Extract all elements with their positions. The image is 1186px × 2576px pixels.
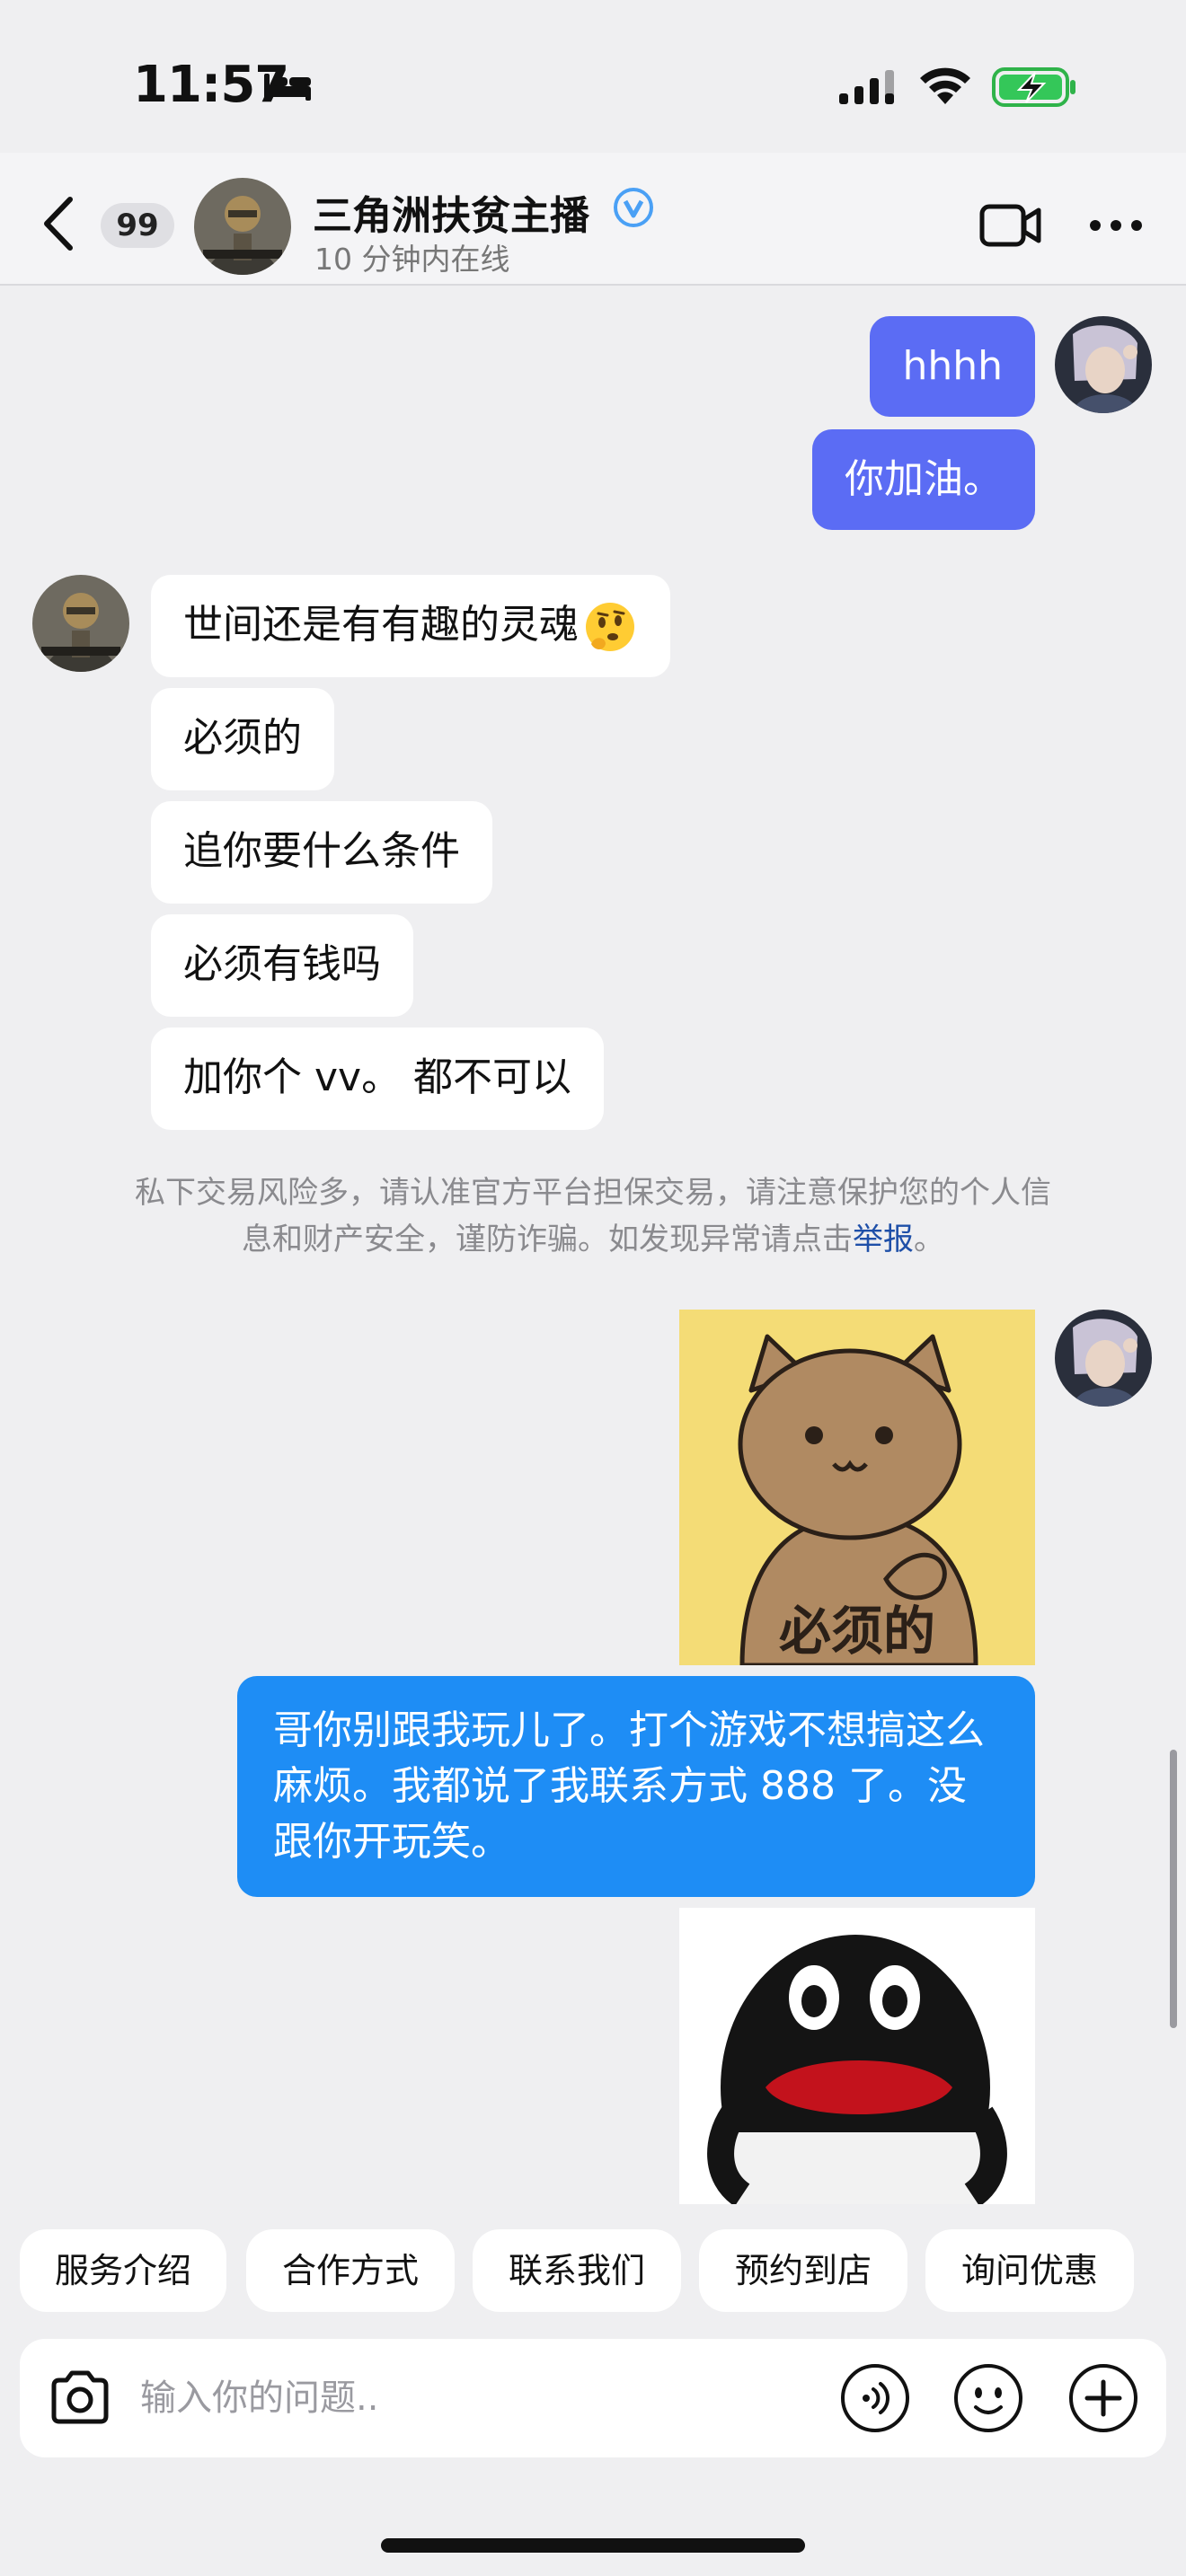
emoji-icon[interactable] [952,2362,1024,2434]
message-bubble-outgoing[interactable]: hhhh [870,316,1035,417]
penguin-sticker-image[interactable] [679,1908,1035,2204]
my-avatar[interactable] [1055,1310,1152,1407]
safety-notice-suffix: 。 [914,1222,944,1257]
verified-badge-icon [614,188,653,227]
quick-reply-book-visit[interactable]: 预约到店 [699,2229,907,2312]
thinking-face-emoji-icon [586,603,634,651]
quick-reply-ask-discount[interactable]: 询问优惠 [925,2229,1134,2312]
back-icon[interactable] [41,196,77,251]
cat-sticker-image[interactable]: 必须的 [679,1310,1035,1665]
scrollbar[interactable] [1170,1750,1177,2028]
message-bubble-incoming[interactable]: 加你个 vv。 都不可以 [151,1028,605,1130]
my-avatar[interactable] [1055,316,1152,413]
safety-notice: 私下交易风险多，请认准官方平台担保交易，请注意保护您的个人信息和财产安全，谨防诈… [126,1169,1060,1263]
message-bubble-incoming[interactable]: 必须有钱吗 [151,914,413,1017]
cellular-signal-icon [839,70,894,104]
online-status: 10 分钟内在线 [314,242,510,277]
contact-avatar[interactable] [32,575,129,672]
message-text: 世间还是有有趣的灵魂 [183,602,579,648]
wifi-icon [920,67,970,104]
message-bubble-outgoing[interactable]: 你加油。 [812,429,1035,530]
video-call-icon[interactable] [979,203,1042,248]
sleep-focus-icon [264,74,311,101]
battery-charging-icon [992,67,1075,107]
quick-reply-contact-us[interactable]: 联系我们 [473,2229,681,2312]
more-options-icon[interactable] [1089,219,1143,232]
camera-icon[interactable] [47,2364,113,2430]
message-bubble-incoming[interactable]: 必须的 [151,688,334,790]
sticker-caption: 必须的 [779,1601,935,1662]
unread-count-badge[interactable]: 99 [101,203,174,248]
message-bubble-outgoing[interactable]: 哥你别跟我玩儿了。打个游戏不想搞这么麻烦。我都说了我联系方式 888 了。没跟你… [237,1676,1035,1897]
quick-reply-service-intro[interactable]: 服务介绍 [20,2229,226,2312]
voice-input-icon[interactable] [839,2362,911,2434]
contact-avatar[interactable] [194,178,291,275]
quick-reply-cooperation[interactable]: 合作方式 [246,2229,455,2312]
message-input[interactable] [140,2371,805,2425]
report-link[interactable]: 举报 [853,1222,914,1257]
message-bubble-incoming[interactable]: 追你要什么条件 [151,801,492,904]
contact-name: 三角洲扶贫主播 [313,193,589,239]
message-bubble-incoming[interactable]: 世间还是有有趣的灵魂 [151,575,670,677]
home-indicator[interactable] [381,2538,805,2553]
add-attachment-icon[interactable] [1067,2362,1139,2434]
